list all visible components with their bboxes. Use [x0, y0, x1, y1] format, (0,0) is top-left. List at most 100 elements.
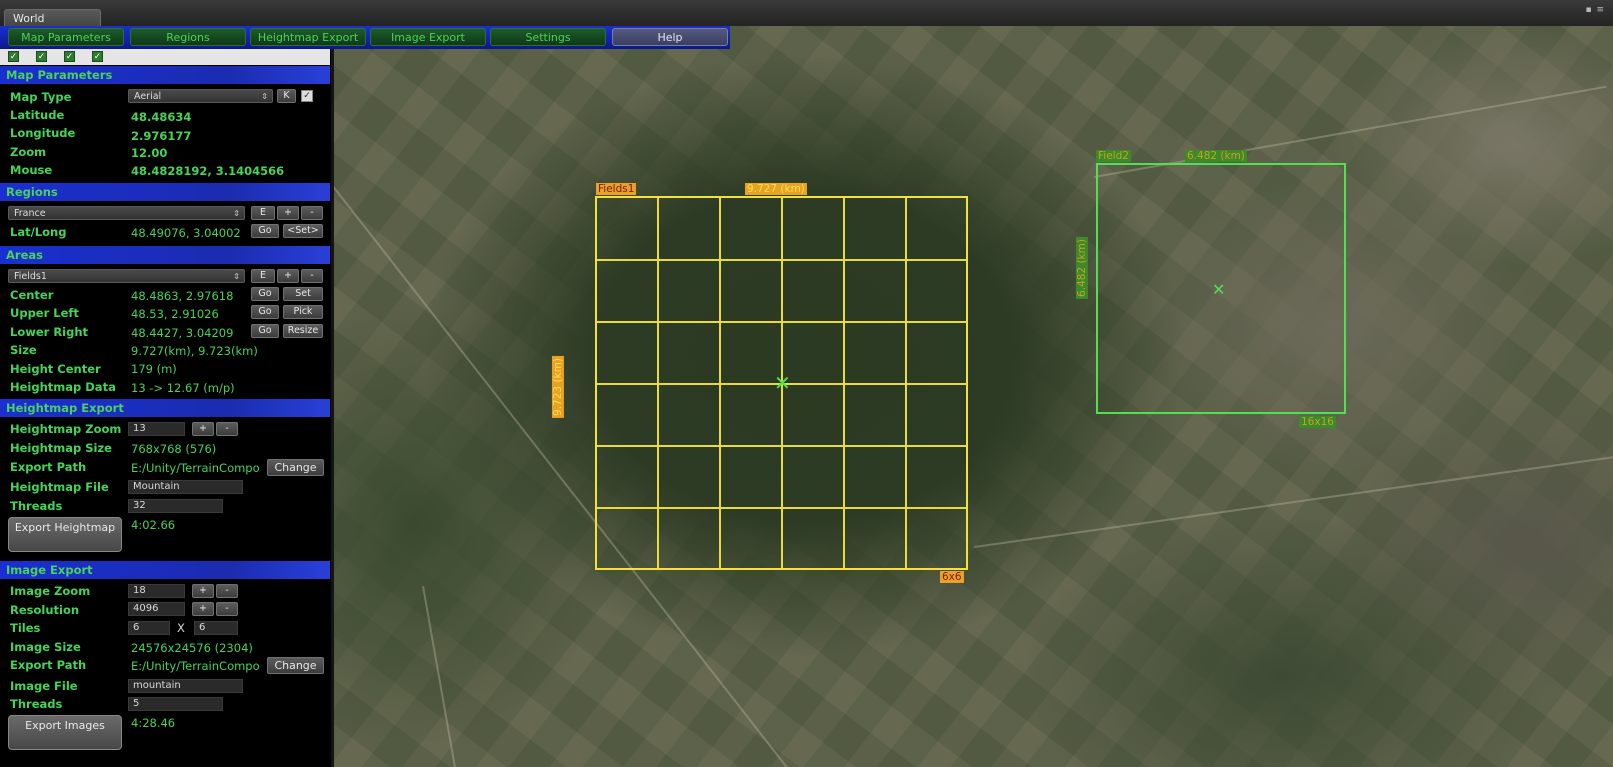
center-set-button[interactable]: Set	[283, 287, 323, 301]
upper-left-pick-button[interactable]: Pick	[283, 305, 323, 319]
tab-help[interactable]: Help	[612, 28, 728, 46]
tiles-x-field[interactable]: 6	[128, 621, 170, 635]
area-dropdown[interactable]: Fields1 ⇕	[8, 269, 245, 283]
area-remove-button[interactable]: -	[301, 269, 323, 283]
heightmap-data-label: Heightmap Data	[10, 380, 116, 394]
image-zoom-minus-button[interactable]: -	[216, 584, 238, 598]
image-size-label: Image Size	[10, 640, 81, 654]
region-edit-button[interactable]: E	[251, 206, 275, 220]
lower-right-go-button[interactable]: Go	[251, 324, 279, 338]
tab-image-export[interactable]: Image Export	[370, 28, 486, 46]
image-zoom-label: Image Zoom	[10, 584, 91, 598]
lower-right-value: 48.4427, 3.04209	[131, 326, 234, 340]
tiles-label: Tiles	[10, 621, 41, 635]
height-center-label: Height Center	[10, 362, 101, 376]
region-remove-button[interactable]: -	[301, 206, 323, 220]
image-file-field[interactable]: mountain	[128, 679, 243, 693]
tab-settings[interactable]: Settings	[490, 28, 606, 46]
latitude-label: Latitude	[10, 108, 65, 122]
image-file-label: Image File	[10, 679, 78, 693]
longitude-label: Longitude	[10, 126, 76, 140]
mouse-value: 48.4828192, 3.1404566	[131, 164, 285, 178]
center-go-button[interactable]: Go	[251, 287, 279, 301]
heightmap-export-path-value: E:/Unity/TerrainCompo	[131, 461, 260, 475]
tab-bar: Map Parameters Regions Heightmap Export …	[0, 26, 730, 49]
center-value: 48.4863, 2.97618	[131, 289, 234, 303]
image-zoom-plus-button[interactable]: +	[192, 584, 214, 598]
area-edit-button[interactable]: E	[251, 269, 275, 283]
heightmap-file-field[interactable]: Mountain	[128, 480, 243, 494]
heightmap-zoom-minus-button[interactable]: -	[216, 422, 238, 436]
lower-right-resize-button[interactable]: Resize	[283, 324, 323, 338]
map-type-value: Aerial	[134, 91, 162, 102]
resolution-label: Resolution	[10, 603, 80, 617]
tiles-separator: X	[177, 621, 185, 635]
area-field2[interactable]: ✕	[1096, 163, 1346, 414]
heightmap-export-time: 4:02.66	[131, 518, 176, 532]
export-images-button[interactable]: Export Images	[8, 715, 122, 750]
upper-left-go-button[interactable]: Go	[251, 305, 279, 319]
road-line	[974, 448, 1613, 548]
section-header-regions: Regions	[0, 183, 330, 201]
resolution-minus-button[interactable]: -	[216, 602, 238, 616]
road-line	[422, 586, 463, 767]
image-zoom-field[interactable]: 18	[128, 584, 185, 598]
tab-regions[interactable]: Regions	[130, 28, 246, 46]
image-change-path-button[interactable]: Change	[267, 657, 324, 674]
area-width-label: 9.727 (km)	[745, 183, 807, 195]
image-export-path-value: E:/Unity/TerrainCompo	[131, 659, 260, 673]
window-menu-icon[interactable]: ▪ ≡	[1585, 5, 1605, 15]
size-value: 9.727(km), 9.723(km)	[131, 344, 258, 358]
region-dropdown[interactable]: France ⇕	[8, 206, 245, 220]
area-tiles-label: 6x6	[940, 571, 964, 583]
heightmap-zoom-plus-button[interactable]: +	[192, 422, 214, 436]
heightmap-change-path-button[interactable]: Change	[267, 459, 324, 476]
toggle-checkbox[interactable]: ✓	[64, 51, 75, 62]
area-tiles-label: 16x16	[1299, 416, 1336, 428]
area-fields1[interactable]: ✕	[595, 196, 968, 570]
heightmap-threads-field[interactable]: 32	[128, 499, 223, 513]
heightmap-zoom-label: Heightmap Zoom	[10, 422, 122, 436]
toggle-checkbox[interactable]: ✓	[92, 51, 103, 62]
tiles-y-field[interactable]: 6	[194, 621, 238, 635]
map-type-checkbox[interactable]: ✓	[301, 90, 313, 102]
region-set-button[interactable]: <Set>	[283, 224, 323, 238]
k-button[interactable]: K	[277, 89, 296, 103]
left-panel: ✓ ✓ ✓ ✓ Map Parameters Map Type Aerial ⇕ …	[0, 49, 331, 767]
window-tab-world[interactable]: World	[4, 9, 101, 26]
resolution-plus-button[interactable]: +	[192, 602, 214, 616]
region-add-button[interactable]: +	[277, 206, 299, 220]
image-export-path-label: Export Path	[10, 658, 87, 672]
region-value: France	[14, 208, 46, 219]
area-center-marker-icon: ✕	[1212, 280, 1226, 299]
grid-line	[597, 259, 966, 261]
area-add-button[interactable]: +	[277, 269, 299, 283]
section-toggle-row: ✓ ✓ ✓ ✓	[0, 49, 330, 65]
mouse-label: Mouse	[10, 163, 53, 177]
map-type-label: Map Type	[10, 90, 72, 104]
map-type-dropdown[interactable]: Aerial ⇕	[128, 89, 273, 103]
region-go-button[interactable]: Go	[251, 224, 279, 238]
area-width-label: 6.482 (km)	[1185, 150, 1247, 162]
resolution-field[interactable]: 4096	[128, 602, 185, 616]
map-view[interactable]: ✕ Fields1 9.727 (km) 9.723 (km) 6x6 ✕ Fi…	[334, 26, 1613, 767]
latitude-value: 48.48634	[131, 110, 192, 124]
grid-line	[597, 507, 966, 509]
heightmap-size-label: Heightmap Size	[10, 441, 112, 455]
grid-line	[597, 321, 966, 323]
heightmap-data-value: 13 -> 12.67 (m/p)	[131, 381, 235, 395]
upper-left-value: 48.53, 2.91026	[131, 307, 219, 321]
latlong-label: Lat/Long	[10, 225, 67, 239]
export-heightmap-button[interactable]: Export Heightmap	[8, 517, 122, 552]
toggle-checkbox[interactable]: ✓	[8, 51, 19, 62]
image-size-value: 24576x24576 (2304)	[131, 641, 253, 655]
toggle-checkbox[interactable]: ✓	[36, 51, 47, 62]
tab-map-parameters[interactable]: Map Parameters	[8, 28, 124, 46]
heightmap-zoom-field[interactable]: 13	[128, 422, 185, 436]
area-value: Fields1	[14, 271, 47, 282]
area-name-label: Field2	[1096, 150, 1131, 162]
area-center-marker-icon: ✕	[774, 371, 791, 395]
image-threads-field[interactable]: 5	[128, 697, 223, 711]
tab-heightmap-export[interactable]: Heightmap Export	[250, 28, 366, 46]
world-window: World ▪ ≡ ✕ Fields1 9.727 (km) 9.723 (km…	[0, 0, 1613, 767]
